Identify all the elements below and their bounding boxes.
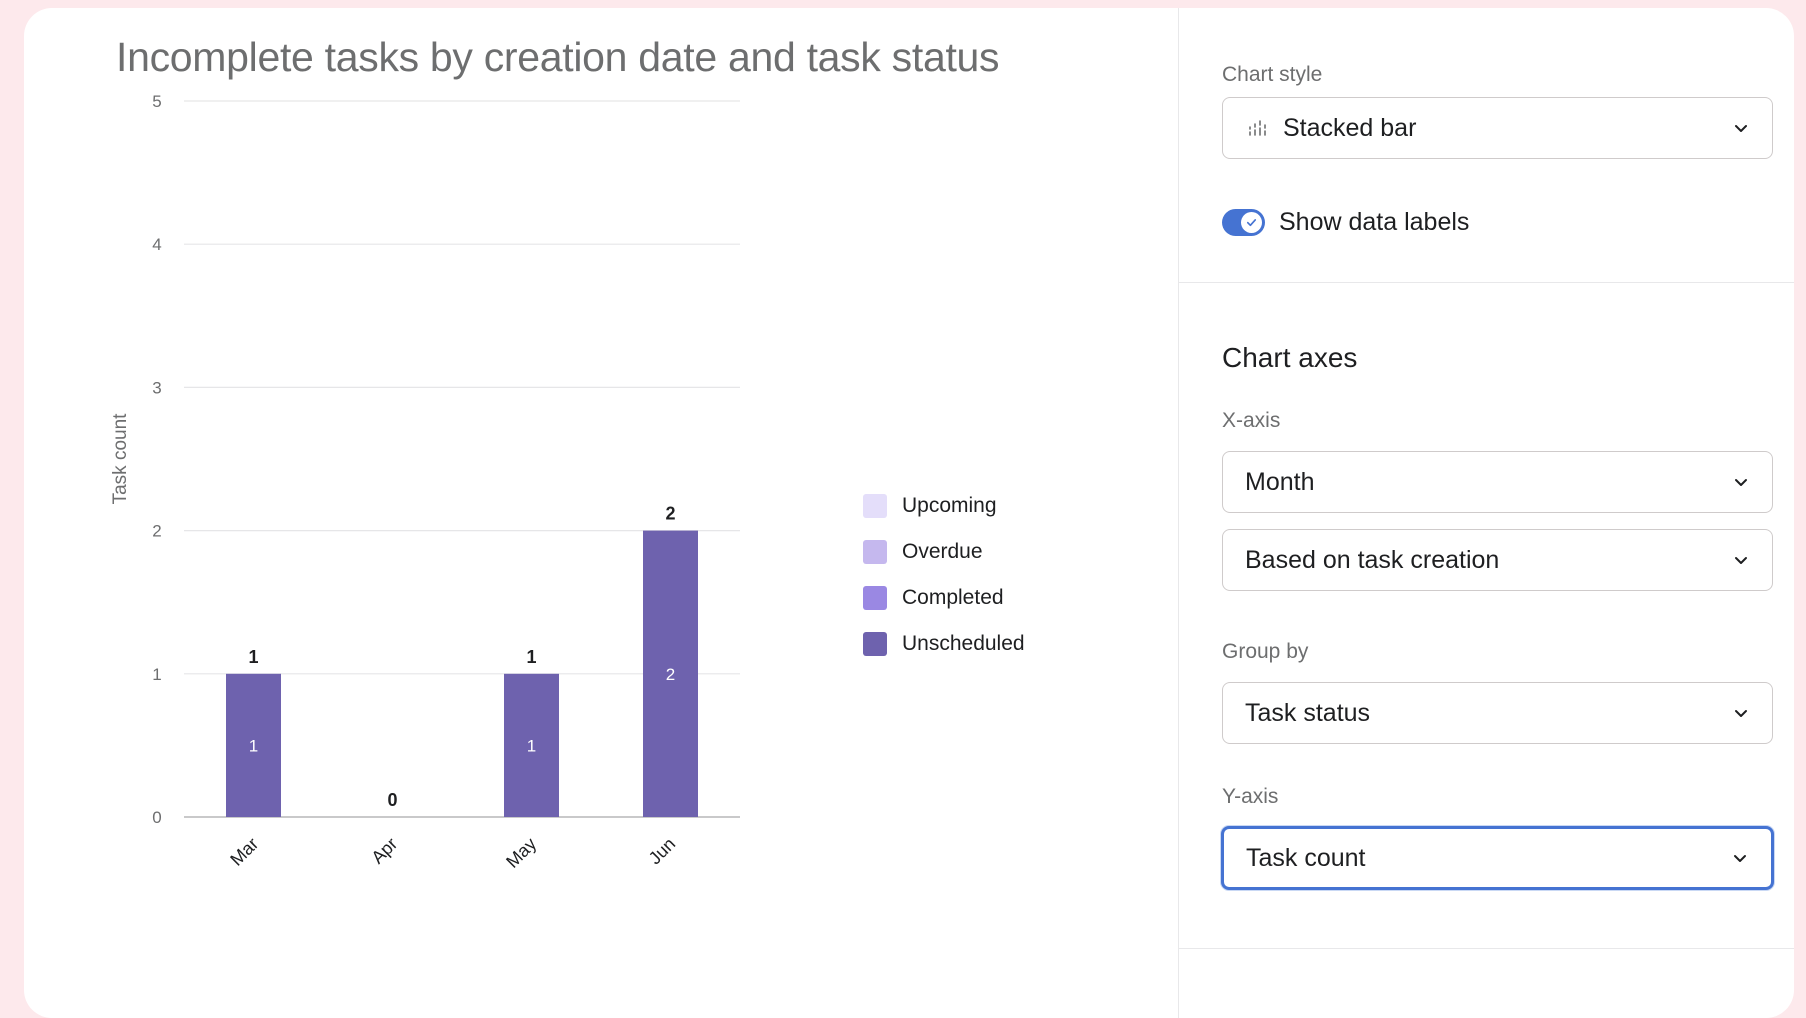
bar-total-label: 1 [526,647,536,667]
chevron-down-icon [1734,855,1746,862]
bar-segment-label: 2 [666,665,675,684]
legend-item: Unscheduled [863,621,1025,667]
chart-style-label: Chart style [1222,63,1323,86]
x-tick-label: Mar [226,834,262,870]
x-tick-label: Apr [367,834,401,868]
stacked-bar-icon [1249,120,1266,136]
legend-swatch [863,494,887,518]
y-tick-label: 4 [152,235,161,254]
x-axis-basis-value: Based on task creation [1245,545,1500,574]
x-axis-value: Month [1245,467,1315,496]
bar-total-label: 0 [387,790,397,810]
chevron-down-icon [1735,125,1747,132]
chart-pane: 0 1 2 3 4 5 Task count 1 1 Mar 0 Apr 1 1 May 2 2 Jun Inco… [24,8,1178,1018]
legend-item: Overdue [863,529,1025,575]
legend-label: Unscheduled [902,632,1025,655]
legend-swatch [863,586,887,610]
divider [1179,282,1794,283]
bar-segment-label: 1 [249,736,258,755]
chart-axes-heading: Chart axes [1222,342,1358,373]
chevron-down-icon [1735,557,1747,564]
legend-label: Overdue [902,540,983,563]
y-axis-title: Task count [110,413,131,505]
show-data-labels-label: Show data labels [1279,208,1470,236]
y-tick-label: 3 [152,378,161,397]
chevron-down-icon [1735,479,1747,486]
report-card: 0 1 2 3 4 5 Task count 1 1 Mar 0 Apr 1 1 May 2 2 Jun Inco… [24,8,1794,1018]
chart-legend: Upcoming Overdue Completed Unscheduled [863,483,1025,667]
chart-settings-panel: Chart style Stacked bar Show data labels… [1178,8,1794,1018]
legend-item: Completed [863,575,1025,621]
y-axis-value: Task count [1246,843,1366,872]
x-axis-label: X-axis [1222,409,1281,432]
chevron-down-icon [1735,710,1747,717]
check-icon [1246,219,1257,227]
divider [1179,948,1794,949]
legend-item: Upcoming [863,483,1025,529]
y-axis-label: Y-axis [1222,785,1279,808]
y-tick-label: 1 [152,665,161,684]
bar-total-label: 1 [248,647,258,667]
chart-title: Incomplete tasks by creation date and ta… [116,34,1000,80]
x-tick-label: Jun [645,834,680,869]
y-axis-select[interactable]: Task count [1221,826,1774,890]
y-tick-label: 2 [152,522,161,541]
group-by-label: Group by [1222,640,1309,663]
legend-label: Completed [902,586,1004,609]
show-data-labels-toggle[interactable] [1222,209,1265,236]
y-tick-label: 0 [152,808,161,827]
show-data-labels-row: Show data labels [1222,208,1469,237]
y-tick-label: 5 [152,92,161,111]
chart-style-select[interactable]: Stacked bar [1222,97,1773,159]
x-tick-label: May [502,834,540,872]
x-axis-basis-select[interactable]: Based on task creation [1222,529,1773,591]
legend-swatch [863,632,887,656]
legend-label: Upcoming [902,494,997,517]
group-by-value: Task status [1245,698,1371,727]
x-axis-select[interactable]: Month [1222,451,1773,513]
chart-style-value: Stacked bar [1283,113,1417,142]
toggle-knob [1241,212,1262,233]
legend-swatch [863,540,887,564]
bar-segment-label: 1 [527,736,536,755]
group-by-select[interactable]: Task status [1222,682,1773,744]
bar-total-label: 2 [665,504,675,524]
